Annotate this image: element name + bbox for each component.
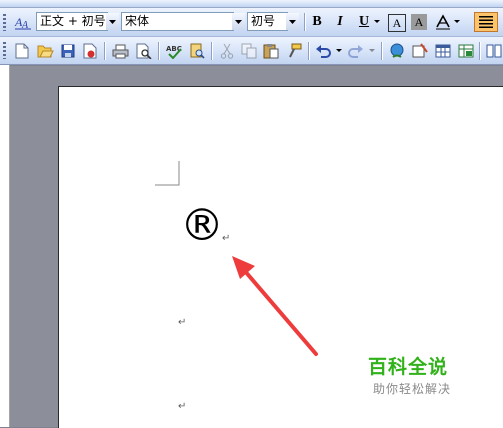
research-icon[interactable] (187, 41, 207, 61)
spelling-icon[interactable]: ABC (164, 41, 184, 61)
columns-icon[interactable] (484, 41, 503, 61)
registered-trademark-symbol[interactable]: ® (180, 204, 224, 248)
size-combo-value: 初号 (251, 14, 276, 28)
save-icon[interactable] (58, 41, 78, 61)
paragraph-mark: ↵ (222, 233, 231, 244)
open-folder-icon[interactable] (35, 41, 55, 61)
menu-bar-edge (0, 0, 503, 8)
font-combo[interactable]: 宋体 (121, 12, 234, 31)
size-dropdown-arrow[interactable] (286, 13, 299, 30)
toolbar-separator (479, 42, 480, 60)
toolbar-separator (308, 42, 309, 60)
phonetic-guide-icon[interactable] (433, 12, 453, 32)
undo-icon[interactable] (313, 41, 333, 61)
phonetic-dropdown-arrow[interactable] (452, 13, 461, 30)
paste-icon[interactable] (261, 41, 281, 61)
toolbar-grip[interactable] (3, 42, 6, 59)
insert-table-icon[interactable] (433, 41, 453, 61)
margin-corner-mark (155, 161, 180, 186)
toolbar-separator (304, 13, 305, 31)
watermark-subtitle: 助你轻松解决 (373, 382, 452, 396)
undo-dropdown-arrow[interactable] (334, 42, 343, 59)
paragraph-mark: ↵ (178, 317, 187, 328)
italic-button[interactable]: I (330, 12, 350, 32)
justify-button[interactable] (474, 12, 498, 32)
standard-toolbar: ABC (0, 36, 503, 65)
copy-icon[interactable] (239, 41, 259, 61)
font-dropdown-arrow[interactable] (232, 13, 245, 30)
character-border-button[interactable]: A (388, 14, 406, 32)
formatting-toolbar: A A 正文 + 初号 宋体 初号 B I U A A (0, 8, 503, 36)
new-document-icon[interactable] (12, 41, 32, 61)
paragraph-mark: ↵ (178, 401, 187, 412)
format-painter-icon[interactable] (284, 41, 304, 61)
style-combo[interactable]: 正文 + 初号 (36, 12, 108, 31)
style-combo-value: 正文 + 初号 (40, 14, 106, 28)
underline-button[interactable]: U (354, 12, 374, 32)
character-shading-button[interactable]: A (411, 14, 427, 30)
toolbar-grip[interactable] (3, 14, 6, 31)
tables-borders-icon[interactable] (410, 41, 430, 61)
toolbar-separator (158, 42, 159, 60)
permission-icon[interactable] (80, 41, 100, 61)
style-dropdown-arrow[interactable] (106, 13, 119, 30)
vertical-ruler[interactable] (0, 65, 10, 427)
font-combo-value: 宋体 (125, 14, 150, 28)
styles-pane-icon[interactable]: A A (13, 12, 33, 32)
toolbar-separator (211, 42, 212, 60)
toolbar-separator (381, 42, 382, 60)
bold-button[interactable]: B (307, 12, 327, 32)
redo-dropdown-arrow[interactable] (367, 42, 376, 59)
cut-icon[interactable] (217, 41, 237, 61)
print-icon[interactable] (110, 41, 130, 61)
size-combo[interactable]: 初号 (247, 12, 288, 31)
insert-excel-icon[interactable] (456, 41, 476, 61)
hyperlink-icon[interactable] (387, 41, 407, 61)
print-preview-icon[interactable] (134, 41, 154, 61)
toolbar-separator (104, 42, 105, 60)
underline-dropdown-arrow[interactable] (372, 13, 381, 30)
redo-icon[interactable] (346, 41, 366, 61)
watermark-title: 百科全说 (368, 356, 449, 378)
